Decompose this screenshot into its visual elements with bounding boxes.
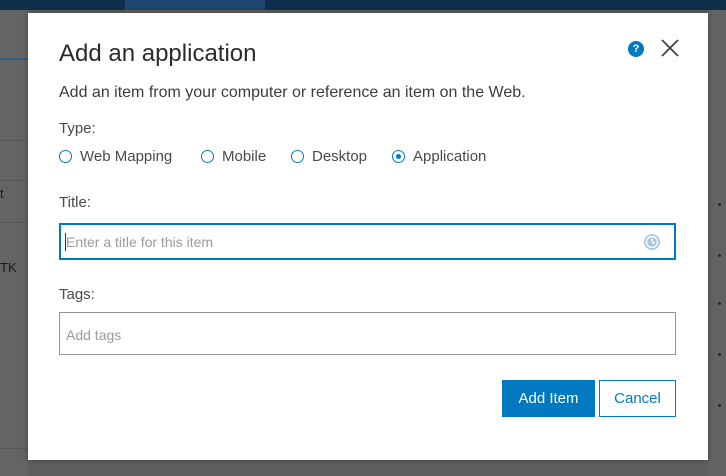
background-right-column bbox=[708, 10, 726, 476]
type-option-desktop[interactable]: Desktop bbox=[291, 148, 367, 165]
background-divider bbox=[0, 140, 28, 141]
background-divider bbox=[0, 222, 28, 223]
radio-button[interactable] bbox=[59, 150, 72, 163]
row-menu-dots bbox=[718, 353, 721, 356]
radio-button[interactable] bbox=[291, 150, 304, 163]
row-menu-dots bbox=[718, 404, 721, 407]
clock-icon[interactable] bbox=[643, 233, 661, 251]
radio-label: Web Mapping bbox=[80, 148, 173, 165]
radio-label: Mobile bbox=[222, 148, 267, 165]
tags-label: Tags: bbox=[59, 286, 95, 303]
background-top-bar bbox=[0, 0, 726, 10]
tags-input-placeholder: Add tags bbox=[66, 327, 122, 343]
type-option-mobile[interactable]: Mobile bbox=[201, 148, 266, 165]
row-menu-dots bbox=[718, 254, 721, 257]
background-row-text: t bbox=[0, 186, 4, 201]
cancel-button[interactable]: Cancel bbox=[599, 380, 676, 417]
add-application-dialog: Add an application ? Add an item from yo… bbox=[28, 13, 708, 460]
background-left-column bbox=[0, 10, 28, 476]
add-item-button[interactable]: Add Item bbox=[502, 380, 595, 417]
background-active-tab bbox=[125, 0, 265, 10]
tags-input[interactable]: Add tags bbox=[59, 312, 676, 355]
question-circle-icon[interactable]: ? bbox=[628, 41, 644, 57]
dialog-description: Add an item from your computer or refere… bbox=[59, 84, 526, 101]
close-icon[interactable] bbox=[659, 37, 681, 59]
background-row-text: TK bbox=[0, 260, 17, 275]
type-option-application[interactable]: Application bbox=[392, 148, 486, 165]
title-input-placeholder: Enter a title for this item bbox=[66, 234, 214, 250]
radio-button[interactable] bbox=[201, 150, 214, 163]
title-input[interactable]: Enter a title for this item bbox=[59, 223, 676, 260]
title-label: Title: bbox=[59, 194, 91, 211]
type-label: Type: bbox=[59, 120, 96, 137]
type-option-web-mapping[interactable]: Web Mapping bbox=[59, 148, 172, 165]
background-underline bbox=[0, 58, 28, 60]
dialog-title: Add an application bbox=[59, 40, 257, 67]
background-divider bbox=[0, 180, 28, 181]
background-divider bbox=[0, 448, 28, 449]
radio-label: Application bbox=[413, 148, 487, 165]
row-menu-dots bbox=[718, 203, 721, 206]
radio-label: Desktop bbox=[312, 148, 368, 165]
radio-button-selected[interactable] bbox=[392, 150, 405, 163]
row-menu-dots bbox=[718, 302, 721, 305]
